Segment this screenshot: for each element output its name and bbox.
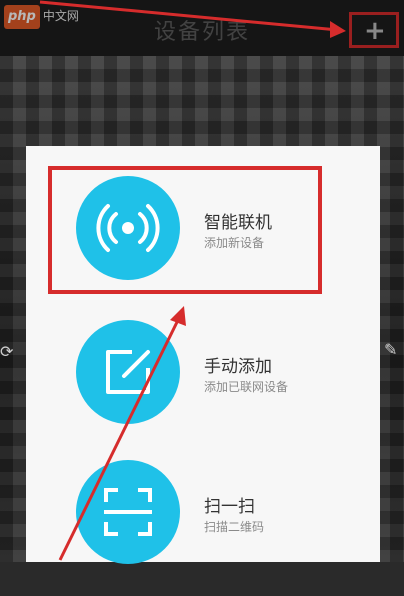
menu-item-subtitle: 扫描二维码 [204, 520, 265, 534]
menu-item-scan[interactable]: 扫一扫 扫描二维码 [26, 446, 380, 596]
edit-side-icon: ✎ [384, 340, 398, 359]
menu-item-title: 手动添加 [204, 357, 272, 377]
menu-item-manual-add[interactable]: 手动添加 添加已联网设备 [26, 296, 380, 446]
highlight-box [48, 166, 322, 294]
menu-item-subtitle: 添加已联网设备 [204, 380, 289, 394]
edit-icon [76, 320, 180, 424]
scan-icon [76, 460, 180, 564]
refresh-icon: ⟳ [0, 342, 14, 361]
menu-item-title: 扫一扫 [204, 497, 255, 517]
